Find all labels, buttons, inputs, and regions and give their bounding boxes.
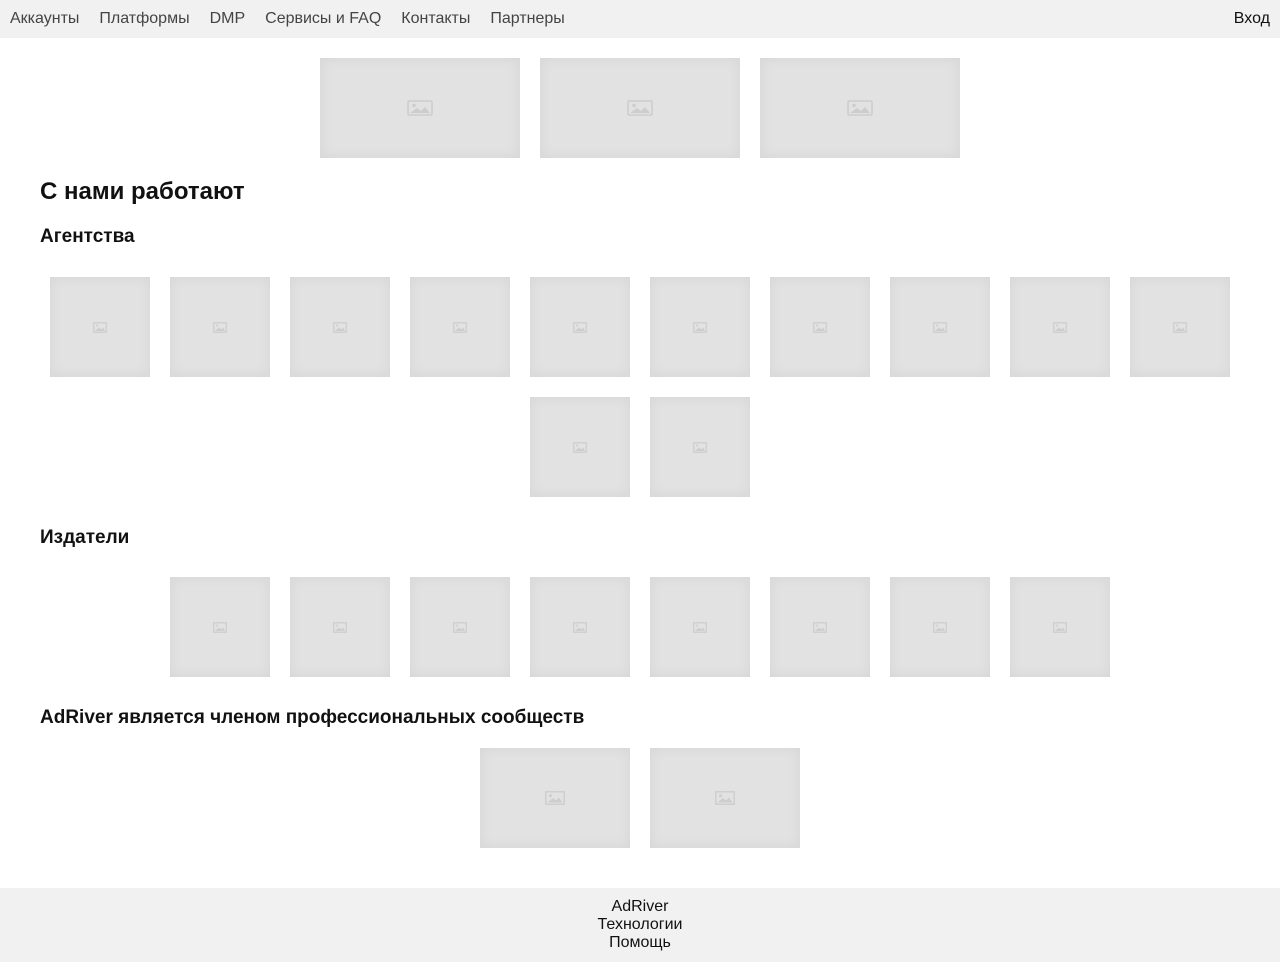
image-placeholder-icon [847,100,873,116]
main-nav: Аккаунты Платформы DMP Сервисы и FAQ Кон… [10,10,565,28]
hero-banner-image[interactable] [320,58,520,158]
publisher-logo[interactable] [890,577,990,677]
agency-logo[interactable] [770,277,870,377]
partners-title: С нами работают [40,178,245,205]
publisher-logo[interactable] [770,577,870,677]
agency-logo[interactable] [1130,277,1230,377]
agency-logo[interactable] [650,397,750,497]
community-logo[interactable] [650,748,800,848]
nav-item-platforms[interactable]: Платформы [99,10,189,28]
publisher-logo[interactable] [650,577,750,677]
image-placeholder-icon [407,100,433,116]
image-placeholder-icon [1173,321,1187,333]
image-placeholder-icon [1053,321,1067,333]
image-placeholder-icon [933,621,947,633]
image-placeholder-icon [453,621,467,633]
image-placeholder-icon [693,621,707,633]
publisher-logo[interactable] [290,577,390,677]
publisher-logo[interactable] [1010,577,1110,677]
hero-banner-row [0,58,1280,158]
top-navigation-bar: Аккаунты Платформы DMP Сервисы и FAQ Кон… [0,0,1280,38]
image-placeholder-icon [213,621,227,633]
agency-logo[interactable] [530,277,630,377]
publishers-title: Издатели [40,527,130,548]
agency-logo[interactable] [890,277,990,377]
image-placeholder-icon [573,321,587,333]
image-placeholder-icon [333,621,347,633]
image-placeholder-icon [453,321,467,333]
agency-logo[interactable] [530,397,630,497]
agency-logo[interactable] [650,277,750,377]
publisher-logo[interactable] [410,577,510,677]
publisher-logo[interactable] [170,577,270,677]
login-link[interactable]: Вход [1234,10,1270,28]
publisher-logo[interactable] [530,577,630,677]
image-placeholder-icon [573,441,587,453]
agency-logo[interactable] [290,277,390,377]
image-placeholder-icon [213,321,227,333]
image-placeholder-icon [573,621,587,633]
agencies-title: Агентства [40,226,135,247]
image-placeholder-icon [715,791,735,805]
footer: AdRiver Технологии Помощь [0,888,1280,962]
agency-logo[interactable] [1010,277,1110,377]
agency-logo[interactable] [50,277,150,377]
nav-item-dmp[interactable]: DMP [210,10,246,28]
publishers-logo-grid [40,577,1240,677]
footer-link-help[interactable]: Помощь [609,934,671,952]
image-placeholder-icon [627,100,653,116]
image-placeholder-icon [545,791,565,805]
communities-title: AdRiver является членом профессиональных… [40,707,585,728]
communities-logo-row [0,748,1280,848]
image-placeholder-icon [933,321,947,333]
hero-banner-image[interactable] [760,58,960,158]
image-placeholder-icon [813,321,827,333]
image-placeholder-icon [333,321,347,333]
nav-item-partners[interactable]: Партнеры [490,10,564,28]
nav-item-contacts[interactable]: Контакты [401,10,470,28]
agency-logo[interactable] [410,277,510,377]
nav-item-accounts[interactable]: Аккаунты [10,10,79,28]
footer-link-adriver[interactable]: AdRiver [612,898,669,916]
agencies-logo-grid [40,277,1240,497]
image-placeholder-icon [1053,621,1067,633]
nav-item-services-faq[interactable]: Сервисы и FAQ [265,10,381,28]
image-placeholder-icon [813,621,827,633]
agency-logo[interactable] [170,277,270,377]
hero-banner-image[interactable] [540,58,740,158]
footer-link-technologies[interactable]: Технологии [598,916,683,934]
community-logo[interactable] [480,748,630,848]
image-placeholder-icon [93,321,107,333]
image-placeholder-icon [693,441,707,453]
image-placeholder-icon [693,321,707,333]
